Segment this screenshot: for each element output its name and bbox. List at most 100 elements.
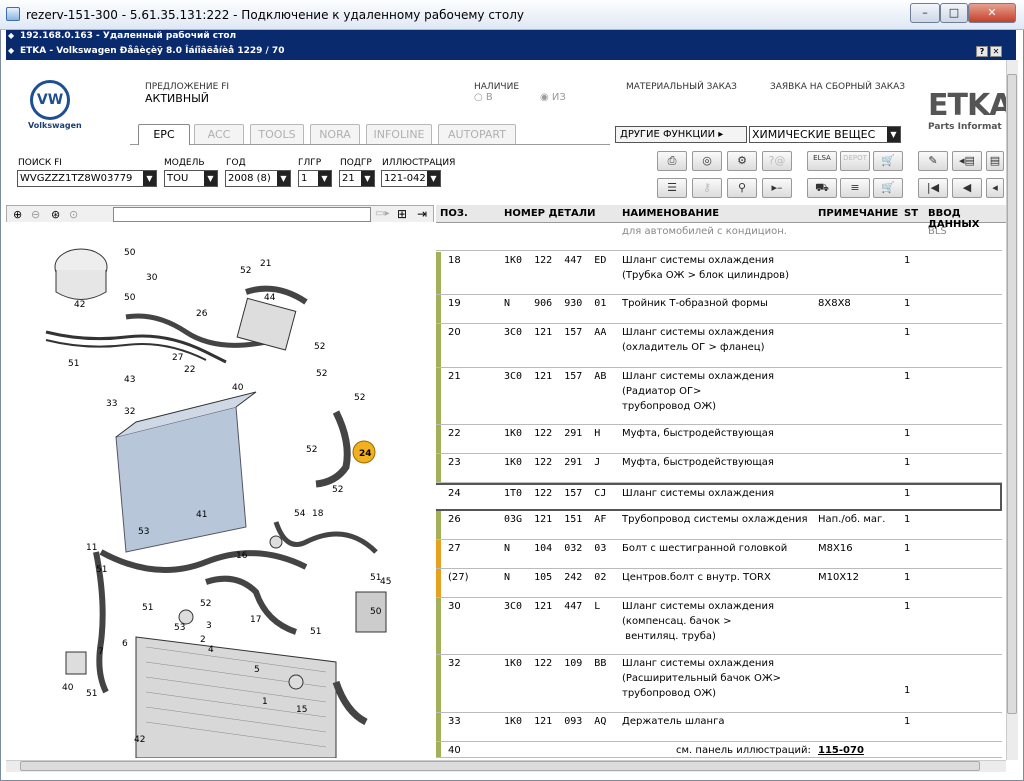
subgroup-select[interactable]: 21 ▼ — [339, 170, 375, 187]
callout-label[interactable]: 2 — [200, 635, 206, 645]
chemicals-select[interactable]: ХИМИЧЕСКИЕ ВЕЩЕС ▼ — [749, 126, 901, 143]
callout-label[interactable]: 52 — [316, 369, 327, 379]
callout-label[interactable]: 52 — [314, 342, 325, 352]
callout-label[interactable]: 53 — [138, 527, 149, 537]
split-arrow-icon[interactable]: ⇥ — [417, 207, 427, 221]
row-part-number[interactable]: 03G 121 151 AF — [504, 514, 606, 525]
back-page-icon[interactable]: ◂▤ — [952, 151, 982, 171]
truck-icon[interactable]: ⛟ — [807, 178, 837, 198]
material-order-link[interactable]: МАТЕРИАЛЬНЫЙ ЗАКАЗ — [626, 82, 737, 92]
row-part-number[interactable]: N 105 242 02 — [504, 572, 606, 583]
cart-add-icon[interactable]: 🛒 — [873, 178, 903, 198]
callout-label[interactable]: 43 — [124, 375, 135, 385]
callout-label[interactable]: 26 — [196, 309, 208, 319]
export-icon[interactable]: ▭▸ — [375, 208, 389, 219]
pin-icon[interactable]: ✎ — [918, 151, 948, 171]
main-group-select[interactable]: 1 ▼ — [298, 170, 332, 187]
callout-label[interactable]: 51 — [310, 627, 321, 637]
print-icon[interactable]: ⎙ — [657, 151, 687, 171]
horizontal-scroll-thumb[interactable] — [20, 761, 980, 771]
row-part-number[interactable]: 1K0 122 291 H — [504, 428, 600, 439]
callout-label[interactable]: 42 — [74, 300, 85, 310]
table-row[interactable]: 20 3C0 121 157 AA Шланг системы охлаждения… — [436, 324, 1002, 368]
tab-autopart[interactable]: AUTOPART — [438, 124, 516, 144]
callout-label[interactable]: 11 — [86, 543, 97, 553]
callout-label[interactable]: 24 — [359, 449, 372, 459]
callout-label[interactable]: 52 — [332, 485, 343, 495]
row-part-number[interactable]: N 104 032 03 — [504, 543, 606, 554]
illustration-select[interactable]: 121-042 ▼ — [381, 170, 441, 187]
row-part-number[interactable]: 3C0 121 447 L — [504, 601, 600, 612]
list-add-icon[interactable]: ≡ — [840, 178, 870, 198]
callout-label[interactable]: 51 — [68, 359, 79, 369]
help-button[interactable]: ? — [976, 46, 988, 57]
callout-label[interactable]: 42 — [134, 735, 145, 745]
disk-icon[interactable]: ◎ — [692, 151, 722, 171]
row-part-number[interactable]: 1K0 121 093 AQ — [504, 716, 606, 727]
prev-page-icon[interactable]: ◀ — [952, 178, 982, 198]
callout-label[interactable]: 50 — [124, 248, 136, 258]
play-minus-icon[interactable]: ▸– — [762, 178, 792, 198]
illustration-link[interactable]: 115-070 — [818, 745, 864, 756]
list-icon[interactable]: ☰ — [657, 178, 687, 198]
search-help-icon[interactable]: ?@ — [762, 151, 792, 171]
other-functions-button[interactable]: ДРУГИЕ ФУНКЦИИ ▸ — [615, 126, 747, 143]
table-row[interactable]: 27 N 104 032 03 Болт с шестигранной головк… — [436, 540, 1002, 569]
table-row[interactable]: 40 см. панель иллюстраций: 115-070 — [436, 742, 1002, 758]
callout-label[interactable]: 3 — [206, 621, 212, 631]
table-row[interactable]: 18 1K0 122 447 ED Шланг системы охлаждения… — [436, 252, 1002, 295]
callout-label[interactable]: 40 — [232, 383, 244, 393]
row-part-number[interactable]: 1K0 122 447 ED — [504, 255, 606, 266]
callout-label[interactable]: 4 — [208, 645, 214, 655]
table-row[interactable]: 21 3C0 121 157 AB Шланг системы охлаждения… — [436, 368, 1002, 425]
callout-label[interactable]: 33 — [106, 399, 117, 409]
callout-label[interactable]: 45 — [380, 577, 391, 587]
tab-acc[interactable]: ACC — [194, 124, 244, 144]
table-row[interactable]: (27) N 105 242 02 Центров.болт с внутр. TO… — [436, 569, 1002, 598]
layout-icon[interactable]: ⊞ — [397, 207, 407, 221]
year-select[interactable]: 2008 (8) ▼ — [225, 170, 291, 187]
table-row[interactable]: 19 N 906 930 01 Тройник Т-образной формы 8X… — [436, 295, 1002, 324]
tab-epc[interactable]: EPC — [138, 124, 190, 145]
callout-label[interactable]: 52 — [240, 266, 251, 276]
model-select[interactable]: TOU ▼ — [164, 170, 218, 187]
row-part-number[interactable]: N 906 930 01 — [504, 298, 606, 309]
minimize-button[interactable]: – — [910, 3, 940, 23]
row-part-number[interactable]: 3C0 121 157 AB — [504, 371, 606, 382]
bike-icon[interactable]: ⚲ — [727, 178, 757, 198]
row-part-number[interactable]: 1K0 122 291 J — [504, 457, 600, 468]
callout-label[interactable]: 51 — [142, 603, 153, 613]
callout-label[interactable]: 40 — [62, 683, 74, 693]
maximize-button[interactable]: □ — [940, 3, 968, 23]
etka-close-button[interactable]: ✕ — [990, 46, 1002, 57]
zoom-fit-icon[interactable]: ⊛ — [51, 208, 60, 221]
callout-label[interactable]: 52 — [354, 393, 365, 403]
callout-label[interactable]: 5 — [254, 665, 260, 675]
callout-label[interactable]: 1 — [262, 697, 268, 707]
search-fi-input[interactable]: WVGZZZ1TZ8W03779 ▼ — [17, 170, 157, 187]
elsa-button[interactable]: ELSA — [807, 151, 837, 171]
table-row[interactable]: 32 1K0 122 109 BB Шланг системы охлаждения… — [436, 655, 1002, 713]
depot-button[interactable]: DEPOT — [840, 151, 870, 171]
callout-label[interactable]: 52 — [200, 599, 211, 609]
next-page-icon[interactable]: ◂ — [986, 178, 1004, 198]
callout-label[interactable]: 30 — [146, 273, 158, 283]
assembly-order-link[interactable]: ЗАЯВКА НА СБОРНЫЙ ЗАКАЗ — [770, 82, 905, 92]
zoom-reset-icon[interactable]: ⊙ — [69, 208, 78, 221]
callout-label[interactable]: 54 — [294, 509, 306, 519]
callout-label[interactable]: 41 — [196, 510, 207, 520]
callout-label[interactable]: 50 — [124, 293, 136, 303]
tab-nora[interactable]: NORA — [310, 124, 360, 144]
radio-iz[interactable]: ◉ ИЗ — [540, 92, 566, 103]
callout-label[interactable]: 44 — [264, 293, 276, 303]
callout-label[interactable]: 16 — [236, 551, 248, 561]
callout-label[interactable]: 32 — [124, 407, 135, 417]
callout-label[interactable]: 27 — [172, 353, 183, 363]
table-row[interactable]: 24 1T0 122 157 CJ Шланг системы охлаждения… — [436, 483, 1002, 511]
callout-label[interactable]: 51 — [96, 565, 107, 575]
callout-label[interactable]: 50 — [370, 607, 382, 617]
radio-b[interactable]: ○ В — [474, 92, 493, 103]
table-row[interactable]: 22 1K0 122 291 H Муфта, быстродействующая 1 — [436, 425, 1002, 454]
diagram-search-input[interactable] — [113, 207, 371, 222]
cart-icon[interactable]: 🛒 — [873, 151, 903, 171]
